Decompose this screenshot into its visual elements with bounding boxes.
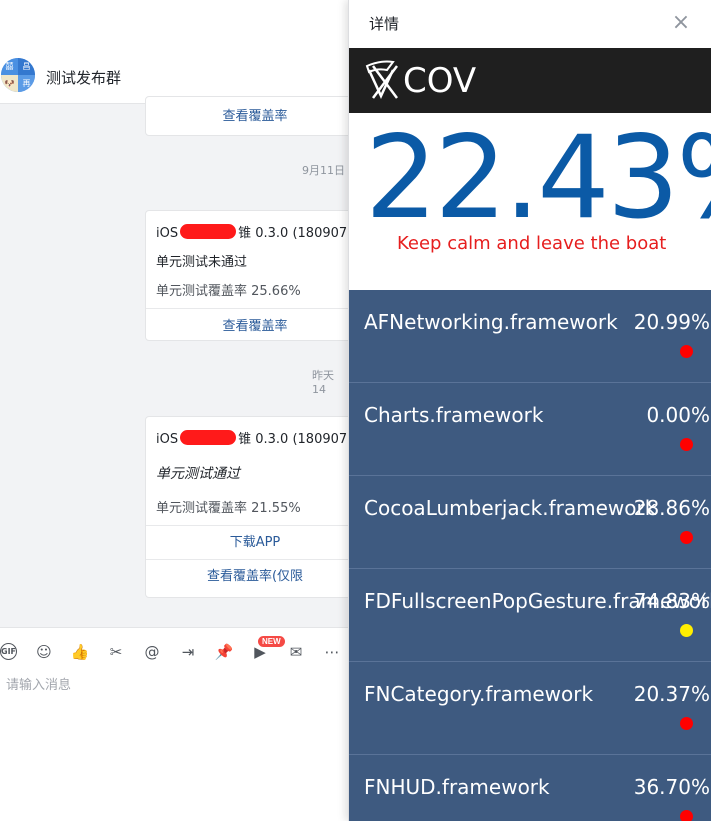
status-dot-icon (680, 810, 693, 821)
scissors-icon[interactable]: ✂ (106, 642, 126, 662)
avatar-tile: 囍 (1, 58, 18, 75)
gif-icon[interactable]: GIF (0, 643, 17, 660)
status-dot-icon (680, 624, 693, 637)
coverage-rate: 单元测试覆盖率 21.55% (156, 501, 301, 516)
close-button[interactable]: × (669, 12, 693, 36)
coverage-rate: 单元测试覆盖率 25.66% (156, 284, 301, 299)
framework-row[interactable]: CocoaLumberjack.framework 28.86% (349, 476, 711, 569)
framework-name: FNHUD.framework (364, 775, 550, 799)
view-coverage-link[interactable]: 查看覆盖率 (146, 308, 350, 340)
xcov-logo: COV (365, 60, 476, 101)
card-title-suffix: 锥 0.3.0 (18090704 (238, 226, 350, 241)
more-icon[interactable]: ⋯ (322, 642, 342, 662)
at-icon[interactable]: @ (142, 642, 162, 662)
status-dot-icon (680, 531, 693, 544)
framework-row[interactable]: FNHUD.framework 36.70% (349, 755, 711, 821)
message-card: 查看覆盖率 (145, 96, 350, 136)
framework-percent: 74.83% (633, 589, 710, 613)
card-title-suffix: 锥 0.3.0 (18090704 (238, 432, 350, 447)
card-title: iOS 锥 0.3.0 (18090704 (146, 417, 350, 447)
framework-name: Charts.framework (364, 403, 544, 427)
panel-title: 详情 (369, 15, 400, 33)
framework-percent: 28.86% (633, 496, 710, 520)
composer-toolbar: GIF ☺ 👍 ✂ @ ⇥ 📌 ▶ NEW ✉ ⋯ (0, 636, 350, 662)
framework-row[interactable]: AFNetworking.framework 20.99% (349, 290, 711, 383)
message-input[interactable]: 请输入消息 (6, 674, 71, 693)
forward-icon[interactable]: ⇥ (178, 642, 198, 662)
framework-percent: 20.99% (633, 310, 710, 334)
framework-row[interactable]: Charts.framework 0.00% (349, 383, 711, 476)
framework-percent: 20.37% (633, 682, 710, 706)
card-title-prefix: iOS (156, 226, 179, 241)
emoji-icon[interactable]: ☺ (34, 642, 54, 662)
framework-row[interactable]: FNCategory.framework 20.37% (349, 662, 711, 755)
test-status: 单元测试通过 (156, 466, 240, 482)
xcov-logo-bar: COV (349, 48, 711, 113)
download-app-link[interactable]: 下载APP (146, 525, 350, 559)
mail-icon[interactable]: ✉ (286, 642, 306, 662)
chat-top-area (0, 0, 350, 48)
card-title-prefix: iOS (156, 432, 179, 447)
chat-pane: 囍 昌 🐶 再 测试发布群 查看覆盖率 9月11日 iOS 锥 0.3.0 (18… (0, 0, 350, 821)
card-title: iOS 锥 0.3.0 (18090704 (146, 211, 350, 241)
message-timestamp: 昨天 14 (312, 369, 334, 396)
framework-name: FNCategory.framework (364, 682, 594, 706)
test-status: 单元测试未通过 (156, 255, 248, 270)
message-card: iOS 锥 0.3.0 (18090704 单元测试通过 单元测试覆盖率 21.5… (145, 416, 350, 598)
new-badge: NEW (258, 636, 285, 647)
group-name[interactable]: 测试发布群 (46, 67, 121, 88)
status-dot-icon (680, 717, 693, 730)
view-coverage-link[interactable]: 查看覆盖率(仅限 (146, 559, 350, 593)
framework-percent: 36.70% (633, 775, 710, 799)
thumbs-up-icon[interactable]: 👍 (70, 642, 90, 662)
framework-name: CocoaLumberjack.framework (364, 496, 657, 520)
message-timestamp: 9月11日 (302, 164, 345, 177)
message-composer: GIF ☺ 👍 ✂ @ ⇥ 📌 ▶ NEW ✉ ⋯ 请输入消息 (0, 627, 350, 821)
logo-text: COV (403, 61, 476, 101)
status-dot-icon (680, 438, 693, 451)
status-dot-icon (680, 345, 693, 358)
message-card: iOS 锥 0.3.0 (18090704 单元测试未通过 单元测试覆盖率 25.… (145, 210, 350, 341)
avatar-tile: 🐶 (1, 75, 18, 92)
coverage-summary: 22.43% Keep calm and leave the boat (349, 113, 711, 290)
framework-row[interactable]: FDFullscreenPopGesture.framework 74.83% (349, 569, 711, 662)
total-coverage: 22.43% (365, 113, 711, 244)
avatar-tile: 昌 (18, 58, 35, 75)
framework-percent: 0.00% (646, 403, 710, 427)
details-panel: 详情 × COV 22.43% Keep calm and leave the … (348, 0, 711, 821)
redaction-mark (180, 224, 237, 239)
panel-header: 详情 × (349, 0, 711, 48)
pin-icon[interactable]: 📌 (214, 642, 234, 662)
framework-name: AFNetworking.framework (364, 310, 618, 334)
group-avatar[interactable]: 囍 昌 🐶 再 (1, 58, 35, 92)
framework-list: AFNetworking.framework 20.99% Charts.frame… (349, 290, 711, 821)
view-coverage-link[interactable]: 查看覆盖率 (146, 99, 350, 135)
redaction-mark (180, 430, 237, 445)
coverage-slogan: Keep calm and leave the boat (397, 233, 667, 254)
avatar-tile: 再 (18, 75, 35, 92)
